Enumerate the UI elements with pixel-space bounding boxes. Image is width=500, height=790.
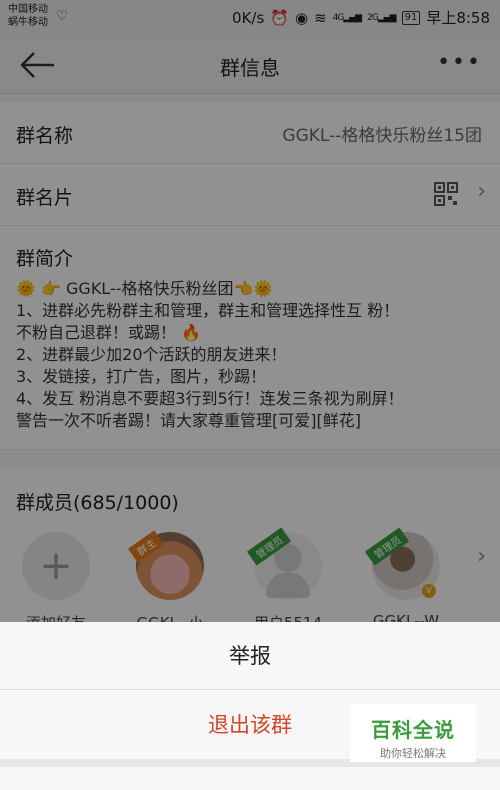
- group-info-screen: 中国移动 蜗牛移动 ♡ 0K/s ⏰ ◉ ≋ 4G▂▄▆ 2G▂▄▆ 91 早上…: [0, 0, 500, 790]
- watermark-title: 百科全说: [371, 718, 455, 742]
- watermark-logo: 百科全说 助你轻松解决: [350, 704, 476, 762]
- cancel-button[interactable]: [0, 767, 500, 790]
- watermark-subtitle: 助你轻松解决: [380, 747, 446, 760]
- report-button[interactable]: 举报: [0, 622, 500, 690]
